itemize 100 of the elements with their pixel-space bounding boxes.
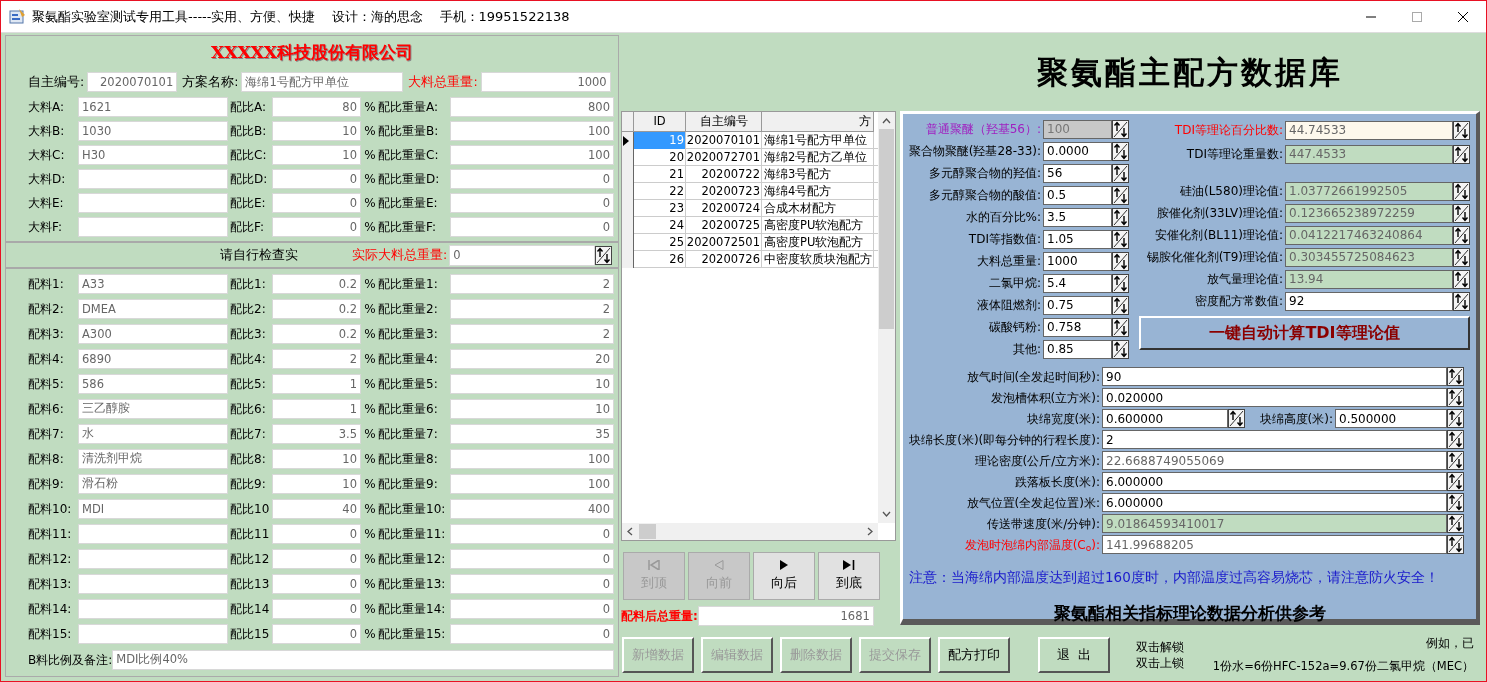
- input-field[interactable]: 2: [450, 273, 614, 294]
- spin-icon[interactable]: [1112, 251, 1129, 271]
- table-row[interactable]: 23 20200724 合成木材配方: [622, 200, 878, 217]
- input-field[interactable]: 1000: [480, 72, 611, 92]
- input-field[interactable]: DMEA: [78, 298, 228, 319]
- input-field[interactable]: 90: [1102, 367, 1447, 386]
- input-field[interactable]: 10: [272, 448, 361, 469]
- input-field[interactable]: [78, 217, 228, 237]
- input-field[interactable]: 0: [449, 244, 595, 266]
- spin-icon[interactable]: [1453, 144, 1470, 164]
- input-field[interactable]: 滑石粉: [78, 473, 228, 494]
- table-row[interactable]: 24 20200725 高密度PU软泡配方: [622, 217, 878, 234]
- input-field[interactable]: A300: [78, 323, 228, 344]
- input-field[interactable]: 0: [450, 623, 614, 644]
- table-row[interactable]: 21 20200722 海绵3号配方: [622, 166, 878, 183]
- spin-icon[interactable]: [1447, 430, 1464, 449]
- input-field[interactable]: 1: [272, 398, 361, 419]
- action-button[interactable]: 配方打印: [938, 637, 1010, 673]
- input-field[interactable]: 6.000000: [1102, 472, 1447, 491]
- input-field[interactable]: 0: [272, 623, 361, 644]
- spin-icon[interactable]: [1453, 120, 1470, 140]
- input-field[interactable]: 92: [1285, 291, 1453, 311]
- input-field[interactable]: 0: [450, 598, 614, 619]
- input-field[interactable]: 0.758: [1043, 317, 1112, 337]
- spin-icon[interactable]: [1447, 514, 1464, 533]
- input-field[interactable]: 3.5: [1043, 207, 1112, 227]
- table-row[interactable]: 25 2020072501 高密度PU软泡配方: [622, 234, 878, 251]
- input-field[interactable]: 水: [78, 423, 228, 444]
- input-field[interactable]: 0: [272, 193, 361, 213]
- spin-icon[interactable]: [1447, 451, 1464, 470]
- input-field[interactable]: 海绵1号配方甲单位: [241, 72, 404, 92]
- spin-icon[interactable]: [1447, 535, 1464, 554]
- spin-icon[interactable]: [1447, 367, 1464, 386]
- input-field[interactable]: 1000: [1043, 251, 1112, 271]
- input-field[interactable]: 80: [272, 97, 361, 117]
- input-field[interactable]: [78, 169, 228, 189]
- input-field[interactable]: 44.74533: [1285, 120, 1453, 140]
- input-field[interactable]: [78, 193, 228, 213]
- input-field[interactable]: 6890: [78, 348, 228, 369]
- spin-icon[interactable]: [1447, 388, 1464, 407]
- nav-button[interactable]: 到底: [818, 552, 880, 600]
- input-field[interactable]: 0: [450, 573, 614, 594]
- input-field[interactable]: 1681: [697, 606, 874, 626]
- input-field[interactable]: [78, 523, 228, 544]
- input-field[interactable]: 141.99688205: [1102, 535, 1447, 554]
- column-header[interactable]: 自主编号: [686, 112, 762, 132]
- input-field[interactable]: A33: [78, 273, 228, 294]
- spin-icon[interactable]: [1112, 273, 1129, 293]
- input-field[interactable]: 2: [450, 323, 614, 344]
- input-field[interactable]: 2: [272, 348, 361, 369]
- input-field[interactable]: 0: [450, 169, 614, 189]
- input-field[interactable]: 1621: [78, 97, 228, 117]
- spin-icon[interactable]: [1112, 229, 1129, 249]
- nav-button[interactable]: 向后: [753, 552, 815, 600]
- input-field[interactable]: 0.2: [272, 273, 361, 294]
- input-field[interactable]: H30: [78, 145, 228, 165]
- input-field[interactable]: 5.4: [1043, 273, 1112, 293]
- input-field[interactable]: 0.500000: [1335, 409, 1447, 428]
- input-field[interactable]: 2020070101: [87, 72, 178, 92]
- spin-icon[interactable]: [1112, 295, 1129, 315]
- calculate-button[interactable]: 一键自动计算TDI等理论值: [1139, 316, 1470, 350]
- input-field[interactable]: 10: [450, 398, 614, 419]
- input-field[interactable]: 0.600000: [1102, 409, 1228, 428]
- spin-icon[interactable]: [1112, 207, 1129, 227]
- spin-icon[interactable]: [1453, 291, 1470, 311]
- input-field[interactable]: 1.03772661992505: [1285, 181, 1453, 201]
- input-field[interactable]: [78, 598, 228, 619]
- input-field[interactable]: 100: [450, 121, 614, 141]
- input-field[interactable]: 0.020000: [1102, 388, 1447, 407]
- input-field[interactable]: 0: [450, 523, 614, 544]
- input-field[interactable]: 22.6688749055069: [1102, 451, 1447, 470]
- input-field[interactable]: 0.2: [272, 298, 361, 319]
- input-field[interactable]: 3.5: [272, 423, 361, 444]
- scroll-thumb[interactable]: [879, 129, 894, 329]
- input-field[interactable]: 40: [272, 498, 361, 519]
- input-field[interactable]: 0.75: [1043, 295, 1112, 315]
- spin-icon[interactable]: [1453, 247, 1470, 267]
- input-field[interactable]: 100: [450, 448, 614, 469]
- input-field[interactable]: 1: [272, 373, 361, 394]
- input-field[interactable]: 0: [272, 523, 361, 544]
- spin-icon[interactable]: [1112, 119, 1129, 139]
- input-field[interactable]: 0.85: [1043, 339, 1112, 359]
- spin-icon[interactable]: [1453, 225, 1470, 245]
- spin-icon[interactable]: [1453, 181, 1470, 201]
- spin-icon[interactable]: [1453, 269, 1470, 289]
- input-field[interactable]: 0: [450, 217, 614, 237]
- spin-icon[interactable]: [1447, 493, 1464, 512]
- spin-icon[interactable]: [1447, 409, 1464, 428]
- input-field[interactable]: 2: [1102, 430, 1447, 449]
- input-field[interactable]: 2: [450, 298, 614, 319]
- input-field[interactable]: 10: [272, 473, 361, 494]
- input-field[interactable]: [78, 548, 228, 569]
- input-field[interactable]: 100: [450, 473, 614, 494]
- vertical-scrollbar[interactable]: [878, 112, 895, 523]
- input-field[interactable]: 三乙醇胺: [78, 398, 228, 419]
- input-field[interactable]: 6.000000: [1102, 493, 1447, 512]
- table-row[interactable]: 26 20200726 中密度软质块泡配方: [622, 251, 878, 268]
- input-field[interactable]: 20: [450, 348, 614, 369]
- input-field[interactable]: MDI: [78, 498, 228, 519]
- input-field[interactable]: [78, 623, 228, 644]
